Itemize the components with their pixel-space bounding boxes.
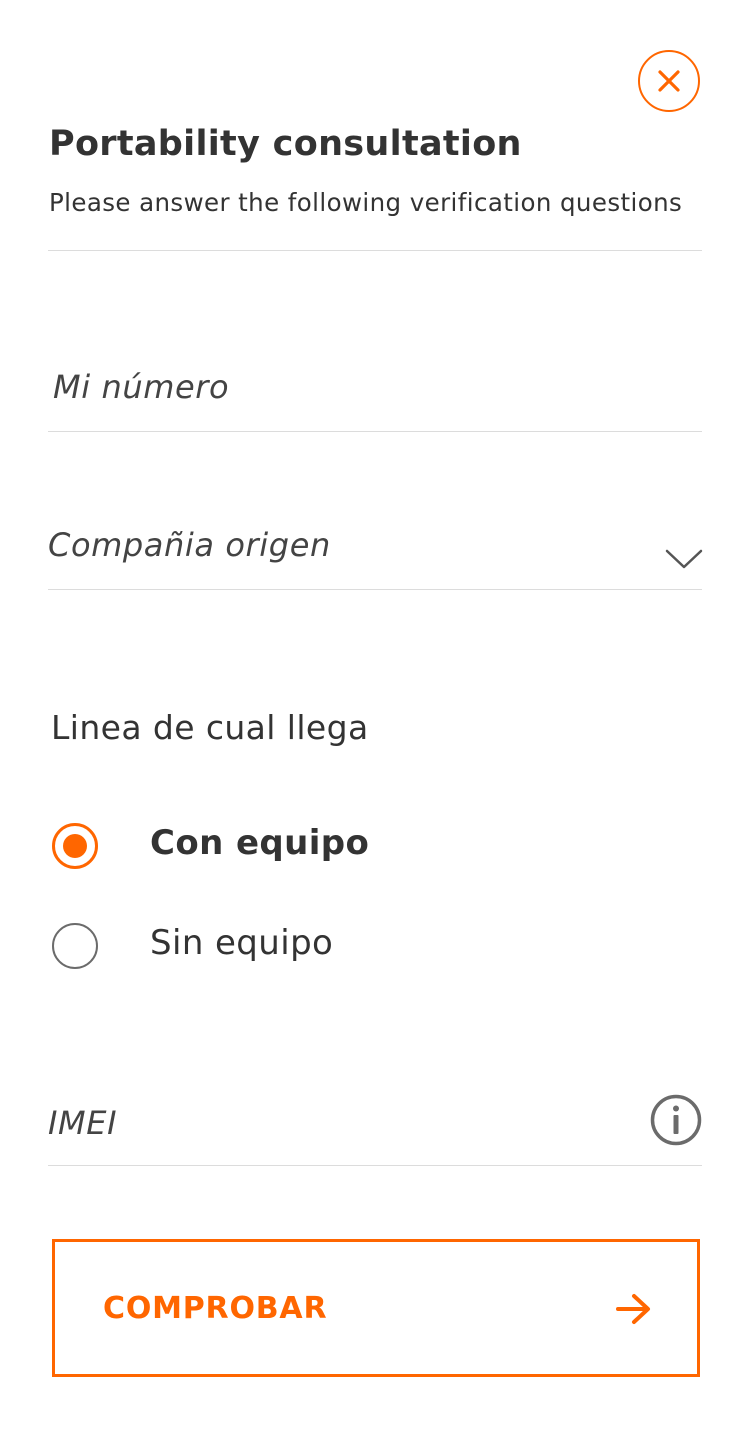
phone-number-underline [48,431,702,432]
phone-number-input[interactable]: Mi número [48,340,702,432]
imei-underline [48,1165,702,1166]
radio-option-sin-equipo[interactable]: Sin equipo [52,923,652,977]
radio-button-unchecked[interactable] [52,923,98,969]
page-subtitle: Please answer the following verification… [49,188,683,217]
origin-company-select[interactable]: Compañia origen [48,498,702,590]
line-type-label: Linea de cual llega [51,708,369,747]
radio-label-sin-equipo: Sin equipo [150,923,334,963]
radio-label-con-equipo: Con equipo [150,823,370,863]
info-icon[interactable] [650,1094,702,1146]
close-button[interactable] [638,50,700,112]
origin-company-underline [48,589,702,590]
phone-number-placeholder: Mi número [53,368,230,406]
comprobar-label: COMPROBAR [103,1291,328,1326]
origin-company-placeholder: Compañia origen [48,526,331,564]
header-divider [48,250,702,251]
comprobar-button[interactable]: COMPROBAR [52,1239,700,1377]
arrow-right-icon [616,1294,650,1324]
imei-input[interactable]: IMEI [48,1076,638,1166]
radio-button-checked[interactable] [52,823,98,869]
imei-placeholder: IMEI [48,1104,118,1142]
page-title: Portability consultation [49,124,522,164]
chevron-down-icon[interactable] [664,548,704,570]
radio-option-con-equipo[interactable]: Con equipo [52,823,652,877]
radio-selected-dot [63,834,87,858]
close-icon [658,70,680,92]
